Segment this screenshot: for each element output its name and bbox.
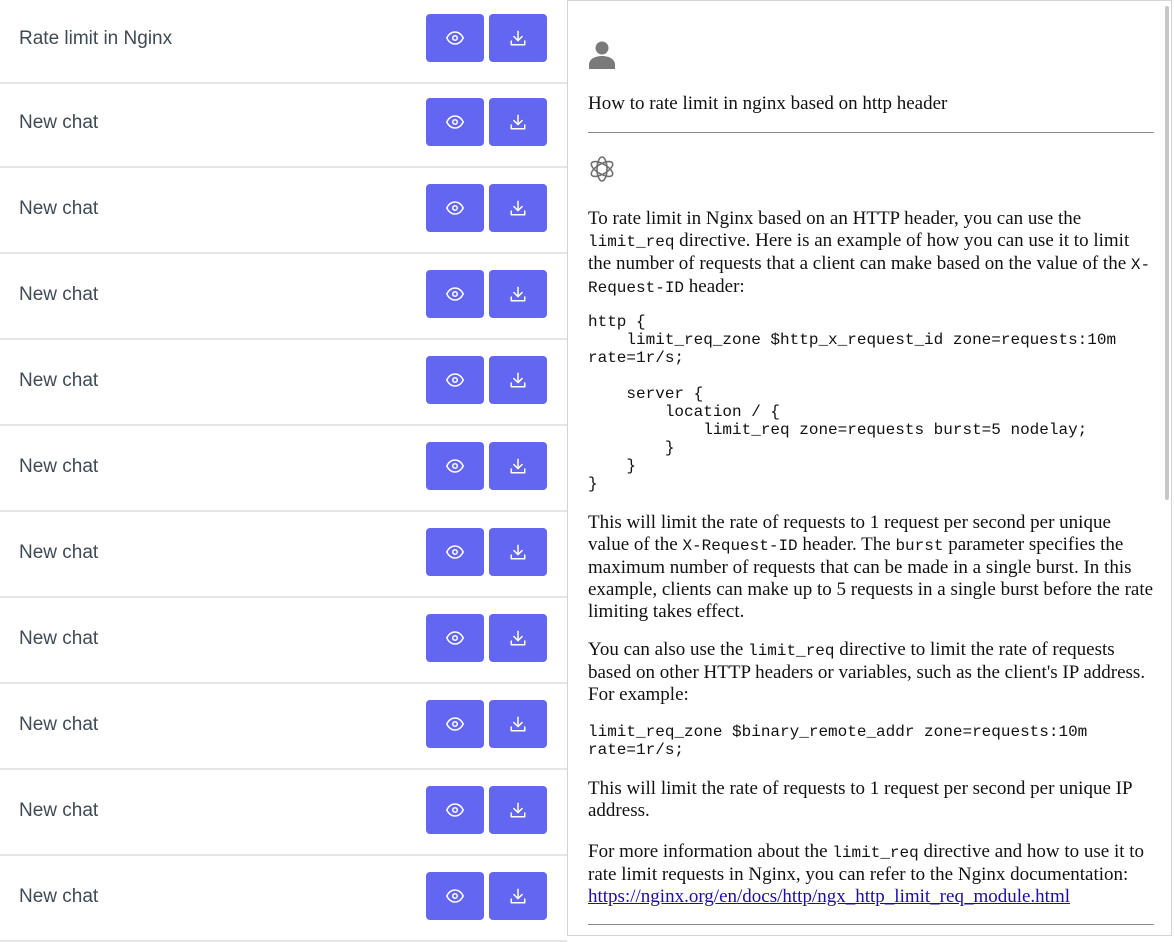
eye-icon: [446, 373, 464, 387]
eye-icon: [446, 287, 464, 301]
chat-title: New chat: [19, 456, 99, 477]
chat-list-item[interactable]: New chat: [0, 686, 567, 770]
answer-paragraph: To rate limit in Nginx based on an HTTP …: [588, 208, 1151, 297]
download-icon: [510, 544, 526, 560]
view-button[interactable]: [426, 872, 484, 920]
chat-list-item[interactable]: New chat: [0, 772, 567, 856]
code-block: http { limit_req_zone $http_x_request_id…: [588, 313, 1117, 493]
eye-icon: [446, 889, 464, 903]
download-button[interactable]: [489, 270, 547, 318]
conversation-panel: How to rate limit in nginx based on http…: [567, 0, 1172, 936]
view-button[interactable]: [426, 98, 484, 146]
divider: [588, 924, 1154, 925]
view-button[interactable]: [426, 184, 484, 232]
download-button[interactable]: [489, 614, 547, 662]
eye-icon: [446, 545, 464, 559]
chat-list-item[interactable]: New chat: [0, 600, 567, 684]
eye-icon: [446, 201, 464, 215]
code-block: limit_req_zone $binary_remote_addr zone=…: [588, 723, 1088, 759]
chat-list-item[interactable]: New chat: [0, 256, 567, 340]
chat-list-item[interactable]: New chat: [0, 428, 567, 512]
docs-link[interactable]: https://nginx.org/en/docs/http/ngx_http_…: [588, 886, 1070, 907]
view-button[interactable]: [426, 528, 484, 576]
download-button[interactable]: [489, 184, 547, 232]
chat-list-item[interactable]: Rate limit in Nginx: [0, 0, 567, 84]
user-avatar-icon: [589, 41, 615, 69]
chat-list-panel: Rate limit in Nginx New chat New chat Ne…: [0, 0, 567, 942]
openai-logo-icon: [590, 156, 614, 182]
eye-icon: [446, 31, 464, 45]
download-button[interactable]: [489, 356, 547, 404]
download-icon: [510, 716, 526, 732]
download-button[interactable]: [489, 442, 547, 490]
chat-title: New chat: [19, 112, 99, 133]
scrollbar[interactable]: [1165, 6, 1169, 500]
download-icon: [510, 802, 526, 818]
answer-paragraph: This will limit the rate of requests to …: [588, 778, 1132, 821]
eye-icon: [446, 631, 464, 645]
download-button[interactable]: [489, 528, 547, 576]
download-button[interactable]: [489, 700, 547, 748]
eye-icon: [446, 459, 464, 473]
eye-icon: [446, 803, 464, 817]
chat-title: New chat: [19, 542, 99, 563]
view-button[interactable]: [426, 14, 484, 62]
chat-title: New chat: [19, 198, 99, 219]
answer-paragraph: This will limit the rate of requests to …: [588, 512, 1154, 622]
chat-list-item[interactable]: New chat: [0, 342, 567, 426]
eye-icon: [446, 115, 464, 129]
chat-title: New chat: [19, 800, 99, 821]
view-button[interactable]: [426, 700, 484, 748]
chat-title: New chat: [19, 284, 99, 305]
download-icon: [510, 630, 526, 646]
download-button[interactable]: [489, 872, 547, 920]
download-icon: [510, 458, 526, 474]
chat-title: Rate limit in Nginx: [19, 28, 173, 49]
chat-title: New chat: [19, 370, 99, 391]
chat-list-item[interactable]: New chat: [0, 858, 567, 942]
chat-list-item[interactable]: New chat: [0, 170, 567, 254]
view-button[interactable]: [426, 442, 484, 490]
eye-icon: [446, 717, 464, 731]
download-button[interactable]: [489, 786, 547, 834]
download-button[interactable]: [489, 98, 547, 146]
chat-list-item[interactable]: New chat: [0, 84, 567, 168]
download-icon: [510, 30, 526, 46]
divider: [588, 132, 1154, 133]
download-icon: [510, 114, 526, 130]
view-button[interactable]: [426, 786, 484, 834]
view-button[interactable]: [426, 356, 484, 404]
view-button[interactable]: [426, 270, 484, 318]
download-button[interactable]: [489, 14, 547, 62]
download-icon: [510, 372, 526, 388]
download-icon: [510, 286, 526, 302]
answer-paragraph: You can also use the limit_req directive…: [588, 639, 1146, 705]
download-icon: [510, 200, 526, 216]
chat-list-item[interactable]: New chat: [0, 514, 567, 598]
user-question: How to rate limit in nginx based on http…: [588, 93, 948, 114]
answer-paragraph: For more information about the limit_req…: [588, 841, 1145, 907]
download-icon: [510, 888, 526, 904]
chat-title: New chat: [19, 628, 99, 649]
view-button[interactable]: [426, 614, 484, 662]
chat-title: New chat: [19, 714, 99, 735]
chat-title: New chat: [19, 886, 99, 907]
